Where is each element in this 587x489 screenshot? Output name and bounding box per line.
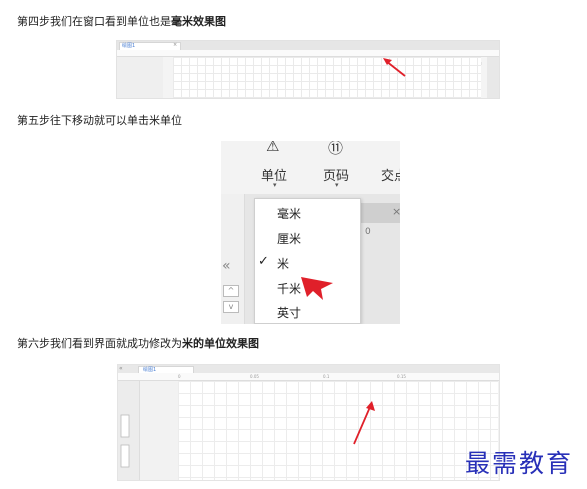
menu-item-label: 英寸 <box>277 306 302 320</box>
left-toolbar: « ^ v × <box>221 194 245 324</box>
ruler-number: 0 <box>365 227 371 237</box>
red-arrow-icon <box>301 277 333 300</box>
unit-dropdown-menu: 毫米 厘米 ✓ 米 千米 英寸 <box>254 198 361 324</box>
tab-label: 绘图1 <box>122 43 136 49</box>
chevron-down-icon: ▾ <box>273 181 277 189</box>
ruler-tick-label: 0.15 <box>397 374 406 379</box>
panel-controls <box>120 414 130 468</box>
tab-bar: 绘图1 × <box>117 41 499 50</box>
step6-text: 第六步我们看到界面就成功修改为米的单位效果图 <box>17 337 259 351</box>
intersection-label: 交点 <box>381 169 400 184</box>
menu-item-label: 千米 <box>277 282 302 296</box>
scroll-down-button[interactable]: v <box>223 301 239 313</box>
ruler-tick-label: 0 <box>178 374 181 379</box>
unit-button[interactable]: ⚠ 单位 ▾ <box>257 141 297 194</box>
collapse-icon[interactable]: « <box>119 365 123 372</box>
close-icon[interactable]: × <box>392 205 400 218</box>
warning-icon: ⚠ <box>266 141 280 155</box>
screenshot-mm-units: 绘图1 × <box>116 40 500 99</box>
left-panel <box>118 381 140 480</box>
tab-drawing[interactable]: 绘图1 <box>119 42 181 50</box>
menu-item-millimeter[interactable]: 毫米 <box>255 201 360 225</box>
left-panel <box>117 57 163 98</box>
step4-bold: 毫米效果图 <box>171 15 226 28</box>
step6-normal: 第六步我们看到界面就成功修改为 <box>17 337 182 350</box>
step6-bold: 米的单位效果图 <box>182 337 259 350</box>
menu-item-label: 米 <box>277 257 290 271</box>
check-icon: ✓ <box>258 254 269 269</box>
red-arrow-icon <box>383 58 406 77</box>
menu-item-inch[interactable]: 英寸 <box>255 300 360 324</box>
chevron-down-icon: ▾ <box>335 181 339 189</box>
watermark-logo: 最需教育 <box>465 449 574 478</box>
ruler-horizontal <box>117 50 499 65</box>
ruler-horizontal: 0 0.05 0.1 0.15 <box>118 373 499 381</box>
collapse-icon[interactable]: « <box>222 258 231 274</box>
close-icon[interactable]: × <box>173 42 177 49</box>
tab-bar: « 绘图1 <box>118 365 499 373</box>
page-number-icon: ⑪ <box>328 141 344 157</box>
ribbon-toolbar: ⚠ 单位 ▾ ⑪ 页码 ▾ 交点 <box>221 141 400 194</box>
step5-normal: 第五步往下移动就可以单击米单位 <box>17 114 182 127</box>
menu-item-label: 厘米 <box>277 232 302 246</box>
right-panel <box>487 57 499 98</box>
intersection-button[interactable]: 交点 <box>379 141 400 194</box>
menu-item-label: 毫米 <box>277 207 302 221</box>
screenshot-meter-units: « 绘图1 0 0.05 0.1 0.15 <box>117 364 500 481</box>
menu-item-centimeter[interactable]: 厘米 <box>255 226 360 250</box>
ruler-tick-label: 0.05 <box>250 374 259 379</box>
screenshot-unit-menu: ⚠ 单位 ▾ ⑪ 页码 ▾ 交点 « ^ v × × 0 毫米 厘米 ✓ <box>221 141 400 324</box>
drawing-canvas[interactable] <box>178 381 498 480</box>
scroll-up-button[interactable]: ^ <box>223 285 239 297</box>
ruler-tick-label: 0.1 <box>323 374 330 379</box>
drawing-canvas[interactable] <box>173 57 481 98</box>
step4-normal: 第四步我们在窗口看到单位也是 <box>17 15 171 28</box>
red-arrow-icon <box>353 401 375 445</box>
tab-drawing[interactable]: 绘图1 <box>138 366 194 373</box>
menu-item-meter[interactable]: ✓ 米 <box>255 251 360 275</box>
step5-text: 第五步往下移动就可以单击米单位 <box>17 114 182 128</box>
page-number-button[interactable]: ⑪ 页码 ▾ <box>319 141 359 194</box>
step4-text: 第四步我们在窗口看到单位也是毫米效果图 <box>17 15 226 29</box>
